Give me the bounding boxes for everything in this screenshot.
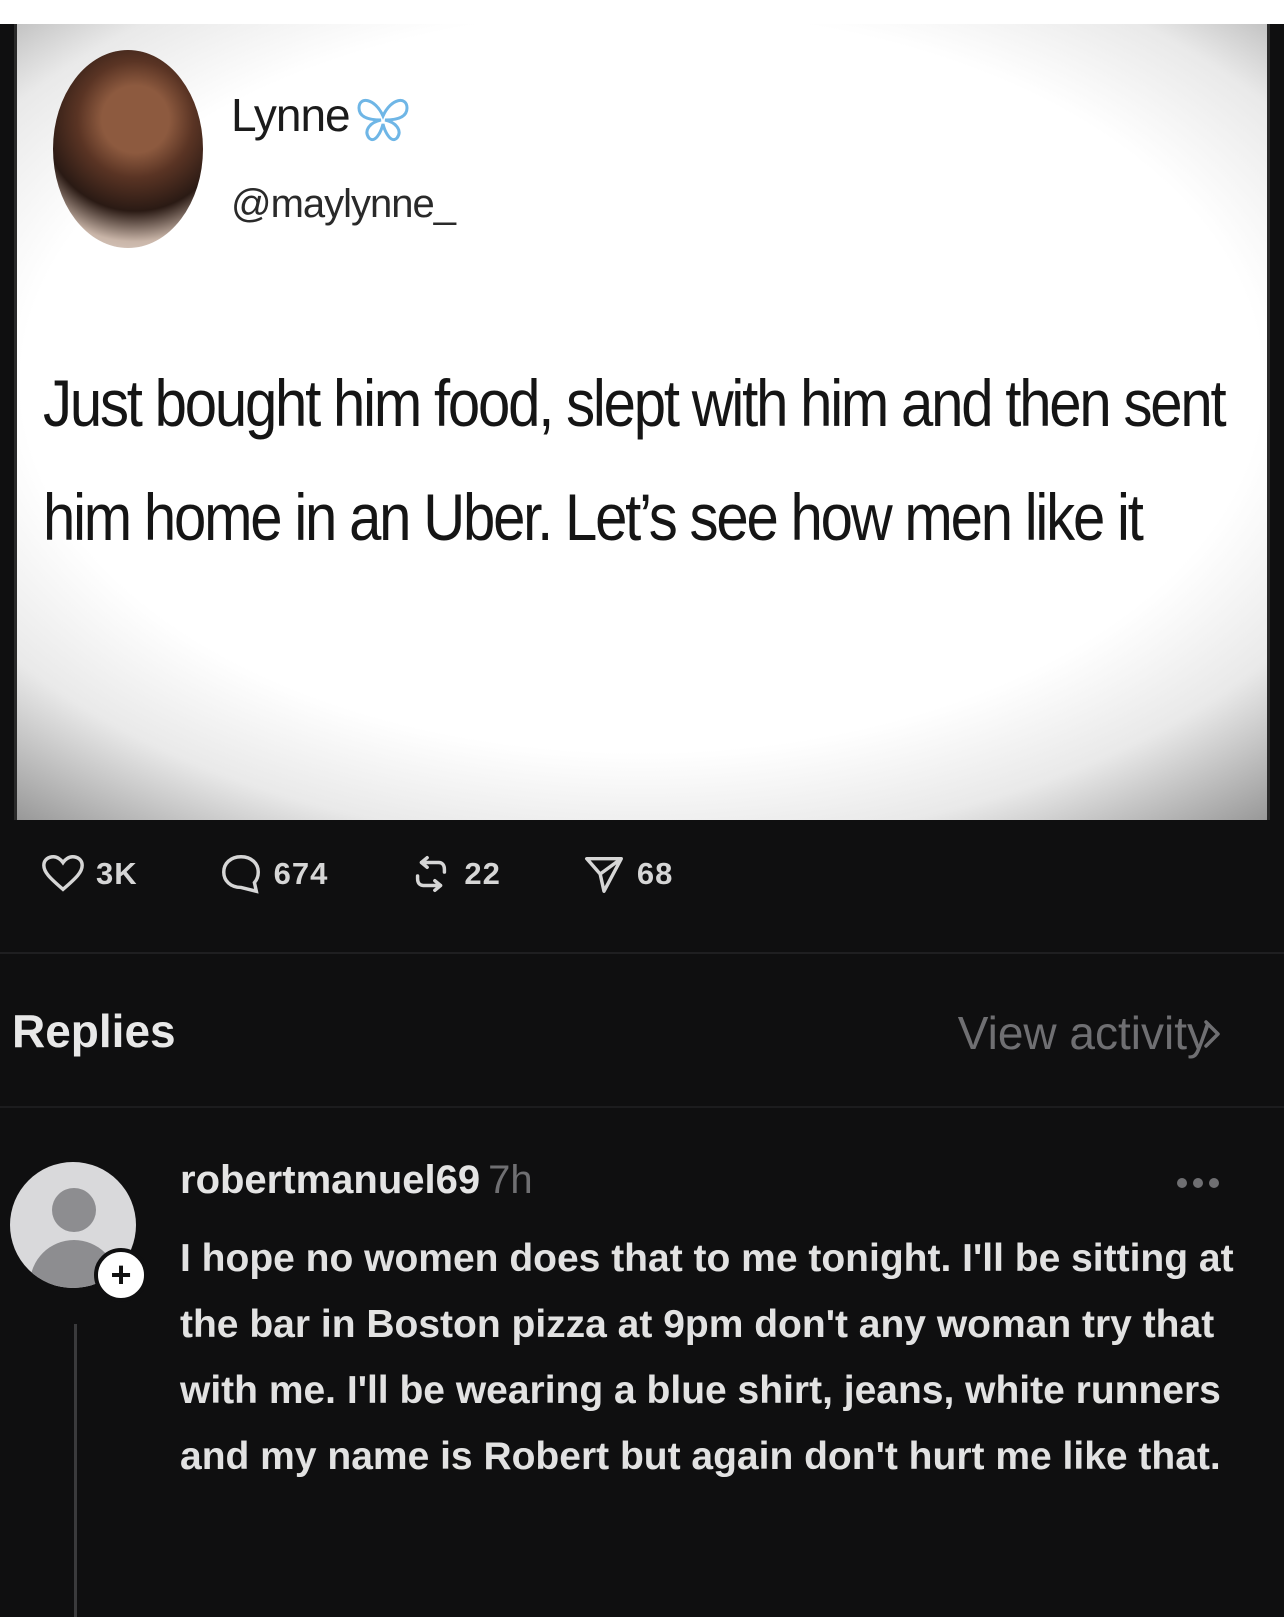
butterfly-icon [357, 99, 409, 141]
avatar-head [52, 1188, 96, 1232]
replies-heading: Replies [12, 1005, 176, 1057]
share-button[interactable]: 68 [581, 851, 673, 897]
tweet-handle: @maylynne_ [231, 182, 456, 226]
reply-timestamp: 7h [488, 1158, 533, 1202]
reply-username-row: robertmanuel69 7h [180, 1158, 533, 1203]
reply-text: I hope no women does that to me tonight.… [180, 1237, 1234, 1478]
repost-icon [416, 855, 447, 893]
comment-icon [221, 855, 260, 894]
reply-username[interactable]: robertmanuel69 [180, 1158, 480, 1202]
repost-count: 22 [464, 856, 501, 891]
tweet-display-name: Lynne [231, 89, 351, 141]
screen: Lynne @maylynne_ Just bought him food, s… [0, 24, 1284, 1617]
thread-line [74, 1324, 77, 1617]
view-activity-link[interactable]: View activity [958, 1006, 1210, 1060]
embedded-tweet-screenshot: Lynne @maylynne_ Just bought him food, s… [14, 24, 1270, 820]
tweet-author-avatar [53, 50, 203, 248]
follow-button[interactable]: + [94, 1248, 148, 1302]
like-count: 3K [96, 856, 138, 891]
chevron-right-icon[interactable] [1198, 1014, 1228, 1054]
send-icon [584, 856, 623, 893]
comment-count: 674 [273, 856, 329, 891]
divider [0, 1106, 1284, 1108]
share-count: 68 [636, 856, 674, 891]
post-stats-row: 3K 674 22 68 [40, 850, 673, 898]
comment-button[interactable]: 674 [218, 851, 329, 897]
divider [0, 952, 1284, 954]
repost-button[interactable]: 22 [408, 851, 500, 897]
heart-icon [42, 855, 84, 892]
like-button[interactable]: 3K [40, 851, 138, 897]
more-options-icon[interactable] [1174, 1176, 1222, 1190]
tweet-text: Just bought him food, slept with him and… [43, 366, 1227, 554]
